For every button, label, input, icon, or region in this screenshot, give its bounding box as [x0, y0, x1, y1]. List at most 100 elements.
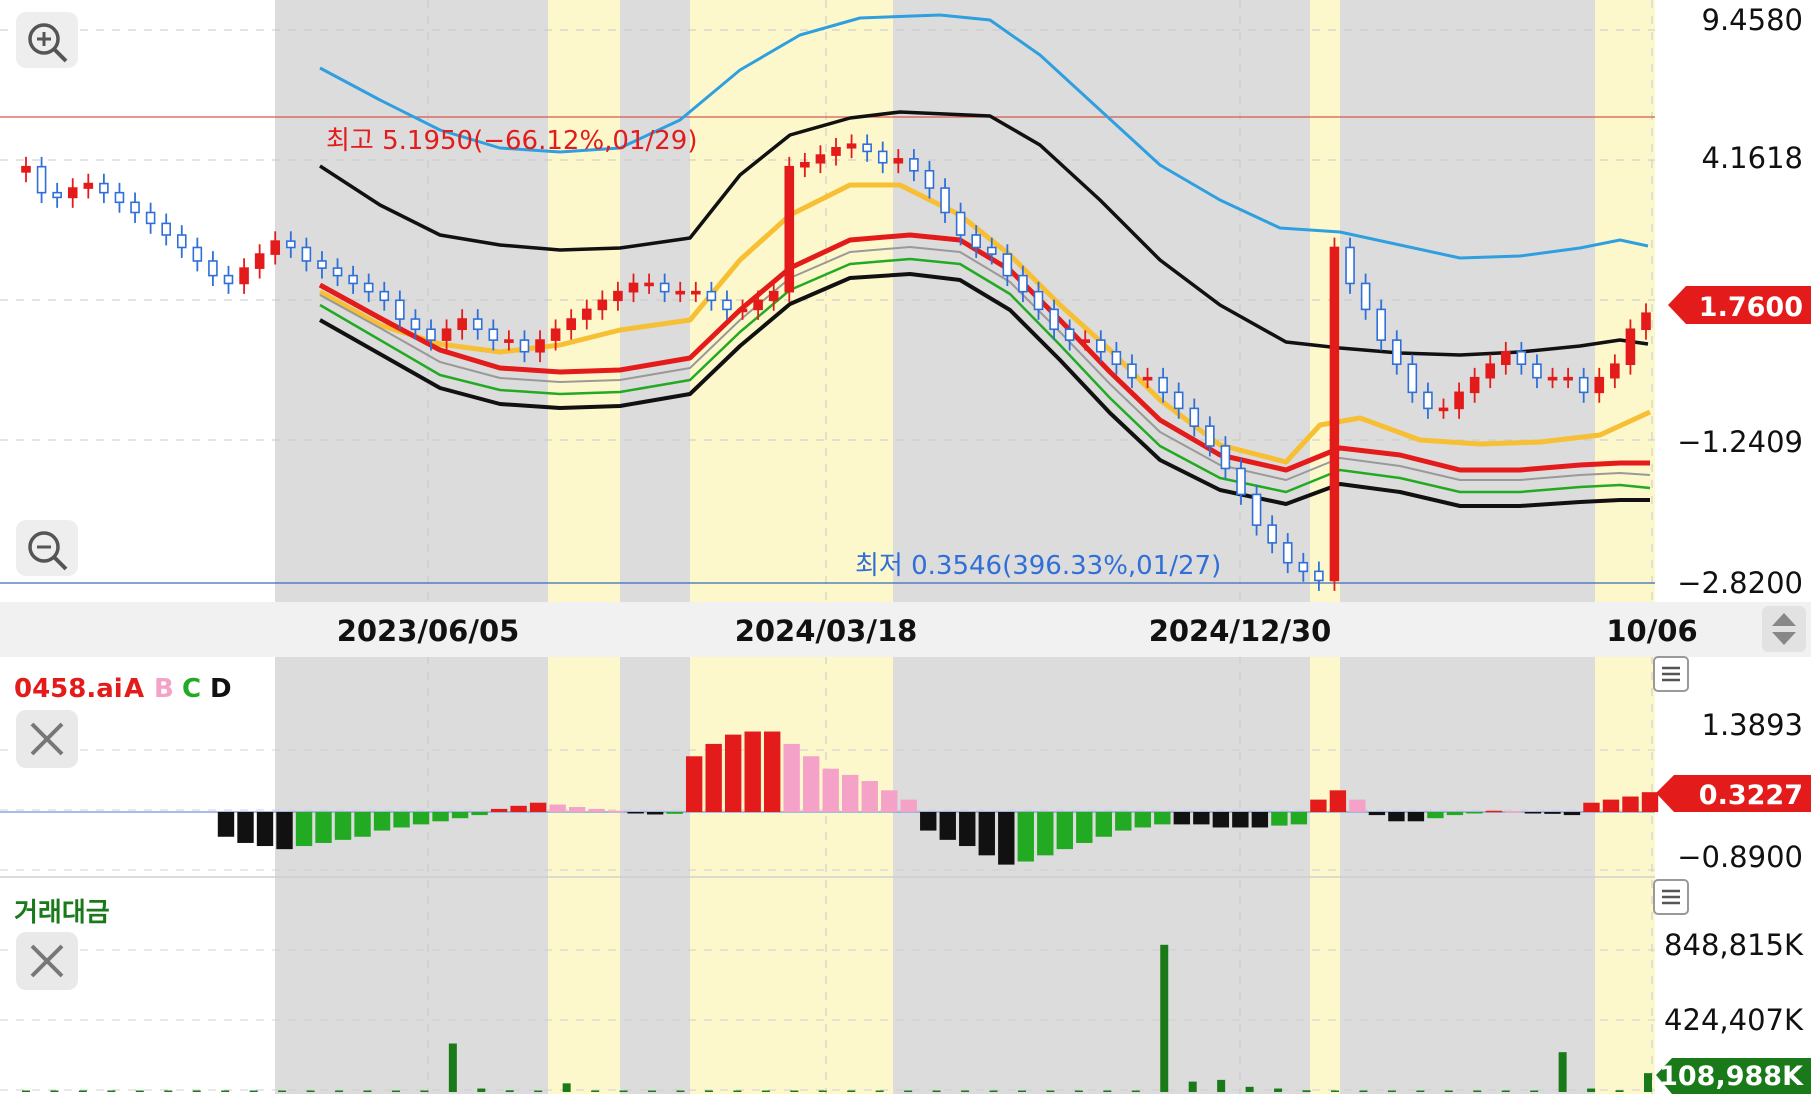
volume-bar	[1359, 1090, 1368, 1092]
volume-bar	[1558, 1052, 1567, 1092]
oscillator-bar	[1056, 812, 1073, 850]
volume-bar	[448, 1043, 457, 1092]
oscillator-bar	[490, 808, 508, 812]
volume-bar	[1644, 1073, 1652, 1092]
candle-body	[317, 260, 327, 269]
oscillator-bar	[705, 743, 722, 812]
lower-shade-band	[690, 657, 893, 1094]
candle-body	[1236, 467, 1246, 496]
candle-body	[379, 290, 390, 302]
candle-body	[1407, 363, 1418, 394]
volume-bar	[619, 1090, 628, 1092]
legend-c: C	[182, 674, 201, 704]
volume-bar	[1416, 1090, 1425, 1092]
candle-body	[909, 158, 919, 172]
candle-body	[488, 328, 499, 341]
candle-body	[1610, 363, 1620, 379]
volume-bar	[1473, 1090, 1482, 1092]
legend-d: D	[210, 674, 232, 704]
lower-shade-band	[275, 657, 548, 1094]
oscillator-bar	[724, 734, 742, 812]
candle-body	[706, 290, 717, 302]
candle-body	[1625, 328, 1636, 366]
candle-body	[1251, 493, 1262, 526]
volume-bar	[1245, 1086, 1254, 1092]
oscillator-bar	[1641, 792, 1659, 812]
volume-bar	[391, 1090, 400, 1092]
oscillator-close-button[interactable]	[16, 710, 78, 768]
candle-body	[1096, 339, 1106, 353]
oscillator-bar	[1193, 812, 1210, 825]
oscillator-bar	[803, 756, 820, 812]
candle-body	[1469, 376, 1480, 394]
stock-chart[interactable]: 9.4580 4.1618 −1.2409 −2.8200 1.7600 최고 …	[0, 0, 1811, 1094]
oscillator-bar	[315, 812, 332, 843]
candle-body	[457, 318, 467, 331]
scroll-button[interactable]	[1762, 606, 1806, 652]
low-annotation: 최저 0.3546(396.33%,01/27)	[855, 551, 1221, 581]
candle-body	[192, 246, 203, 262]
oscillator-bar	[1134, 812, 1152, 828]
candle-body	[1282, 542, 1293, 564]
oscillator-bar	[1368, 812, 1386, 816]
oscillator-bar	[1583, 802, 1600, 812]
volume-bar	[648, 1090, 657, 1092]
candle-body	[1485, 363, 1496, 379]
volume-menu-button[interactable]	[1653, 879, 1689, 915]
oscillator-bar	[685, 756, 703, 812]
candle-body	[1314, 570, 1324, 582]
volume-close-button[interactable]	[16, 932, 78, 990]
candle-body	[1454, 391, 1464, 410]
candle-body	[1205, 425, 1215, 447]
volume-bar	[477, 1088, 486, 1092]
candle-body	[613, 290, 623, 302]
candle-body	[1641, 312, 1651, 331]
candle-body	[83, 182, 94, 189]
volume-bar	[363, 1090, 372, 1092]
zoom-in-button[interactable]	[16, 12, 78, 68]
oscillator-bar	[1388, 812, 1405, 822]
candle-body	[955, 211, 966, 236]
oscillator-bar	[822, 768, 839, 812]
candle-body	[426, 328, 436, 341]
oscillator-bar	[549, 804, 566, 812]
candle-body	[846, 143, 857, 149]
candle-body	[691, 290, 701, 295]
candle-body	[208, 260, 218, 277]
oscillator-bar	[939, 812, 956, 840]
candle-body	[504, 339, 514, 343]
candle-body	[52, 191, 62, 199]
candle-body	[924, 169, 935, 189]
oscillator-bar	[334, 812, 352, 840]
candle-body	[472, 318, 483, 331]
oscillator-bar	[237, 812, 254, 843]
volume-bar	[562, 1083, 571, 1092]
candle-body	[161, 222, 171, 236]
candle-body	[815, 154, 826, 164]
candle-body	[410, 318, 421, 331]
lower-shade-band	[1310, 657, 1340, 1094]
oscillator-bar	[881, 790, 898, 812]
oscillator-menu-button[interactable]	[1653, 656, 1689, 692]
oscillator-bar	[1622, 796, 1639, 812]
oscillator-bar	[763, 731, 781, 812]
candle-body	[348, 274, 358, 285]
volume-bar	[107, 1090, 116, 1092]
candle-body	[254, 253, 265, 269]
candle-body	[597, 299, 608, 311]
oscillator-bar	[1310, 799, 1327, 812]
candle-body	[1142, 376, 1153, 381]
x-tick-label: 2023/06/05	[337, 614, 520, 648]
oscillator-ytick: −0.8900	[1677, 840, 1803, 874]
lower-shade-band	[893, 657, 1310, 1094]
oscillator-bar	[1017, 812, 1034, 862]
candle-body	[176, 234, 187, 249]
oscillator-bar	[451, 812, 469, 819]
zoom-out-button[interactable]	[16, 520, 78, 576]
volume-ytick: 424,407K	[1664, 1003, 1804, 1037]
x-tick-label: 2024/12/30	[1149, 614, 1332, 648]
candle-body	[1563, 376, 1573, 381]
candle-body	[1158, 376, 1168, 394]
volume-bar	[961, 1090, 970, 1092]
volume-bar	[761, 1090, 770, 1092]
